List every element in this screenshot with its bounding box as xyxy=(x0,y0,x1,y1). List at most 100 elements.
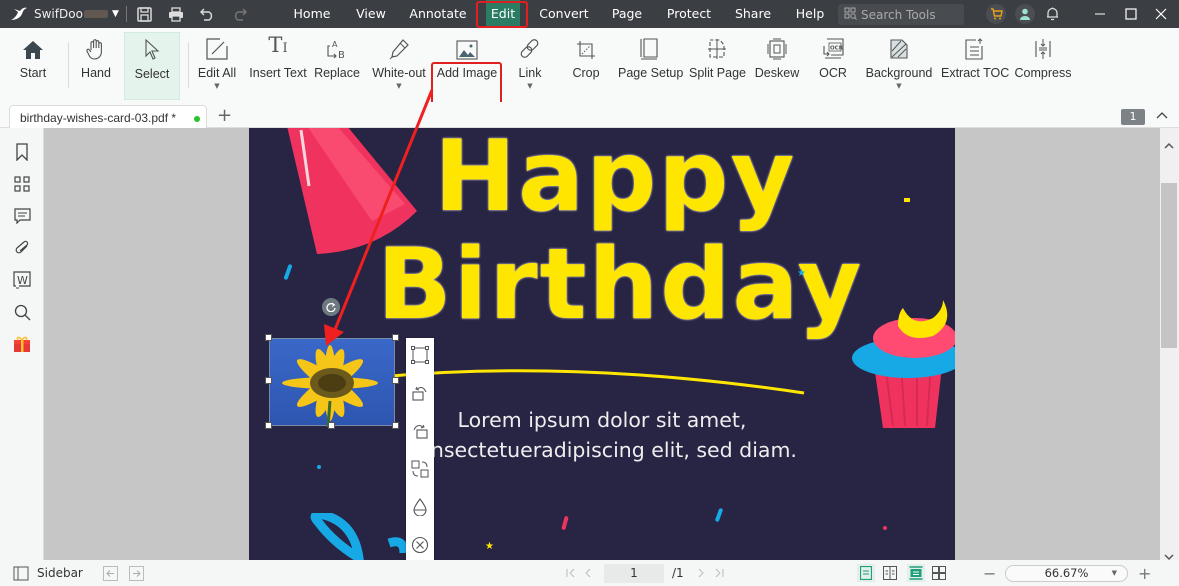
minimize-button[interactable] xyxy=(1094,0,1106,28)
hand-button[interactable]: Hand xyxy=(76,32,116,98)
menu-share[interactable]: Share xyxy=(734,0,772,28)
sidebar-toggle-icon[interactable] xyxy=(13,560,29,586)
edit-all-button[interactable]: Edit All ▼ xyxy=(194,32,240,98)
account-icon[interactable] xyxy=(1015,0,1035,28)
resize-handle-right[interactable] xyxy=(392,377,399,384)
menu-help[interactable]: Help xyxy=(794,0,826,28)
deskew-button[interactable]: Deskew xyxy=(754,32,800,98)
vertical-scrollbar[interactable] xyxy=(1160,128,1179,561)
cart-icon[interactable] xyxy=(986,0,1006,28)
zoom-out-button[interactable]: − xyxy=(983,560,996,586)
zoom-level-select[interactable]: 66.67% ▼ xyxy=(1005,565,1128,582)
single-page-view-icon[interactable] xyxy=(857,560,875,586)
first-page-icon[interactable] xyxy=(566,560,576,586)
forward-button[interactable] xyxy=(129,560,144,586)
left-sidebar: W xyxy=(0,128,44,560)
menu-protect[interactable]: Protect xyxy=(665,0,713,28)
zoom-dropdown-icon[interactable]: ▼ xyxy=(1112,566,1117,581)
redo-icon[interactable] xyxy=(232,0,247,28)
extract-toc-button[interactable]: Extract TOC xyxy=(941,32,1009,98)
opacity-icon[interactable] xyxy=(410,497,430,517)
select-button[interactable]: Select xyxy=(124,32,180,100)
confetti xyxy=(883,526,887,530)
crop-image-icon[interactable] xyxy=(410,345,430,365)
print-icon[interactable] xyxy=(168,0,184,28)
background-button[interactable]: Background ▼ xyxy=(865,32,933,98)
notification-bell-icon[interactable] xyxy=(1046,0,1059,28)
collapse-ribbon-icon[interactable] xyxy=(1156,108,1168,122)
edit-highlight-box xyxy=(476,1,528,28)
svg-text:W: W xyxy=(17,274,28,287)
scrollbar-thumb[interactable] xyxy=(1161,183,1177,348)
split-page-button[interactable]: Split Page xyxy=(689,32,746,98)
inserted-sunflower-image[interactable] xyxy=(269,338,395,428)
document-tab[interactable]: birthday-wishes-card-03.pdf * xyxy=(9,105,207,129)
undo-icon[interactable] xyxy=(200,0,215,28)
link-button[interactable]: Link ▼ xyxy=(510,32,550,98)
ocr-button[interactable]: OCR OCR xyxy=(812,32,854,98)
new-tab-button[interactable]: + xyxy=(217,105,232,126)
annotation-arrow xyxy=(324,89,434,346)
replace-icon: AB xyxy=(314,32,360,62)
start-button[interactable]: Start xyxy=(12,32,54,98)
replace-image-icon[interactable] xyxy=(410,459,430,479)
close-button[interactable] xyxy=(1155,0,1167,28)
scroll-up-icon[interactable] xyxy=(1164,134,1174,153)
two-page-continuous-view-icon[interactable] xyxy=(932,560,946,586)
app-name[interactable]: SwifDoo xyxy=(34,0,108,28)
attachment-icon[interactable] xyxy=(12,238,32,258)
star-confetti: ★ xyxy=(485,541,494,552)
hand-icon xyxy=(76,32,116,62)
extract-toc-icon xyxy=(941,32,1007,62)
rotate-left-icon[interactable] xyxy=(410,383,430,403)
gift-icon[interactable] xyxy=(12,334,32,354)
resize-handle-bottom[interactable] xyxy=(328,422,335,429)
insert-text-icon: TI xyxy=(268,33,288,57)
background-dropdown-icon[interactable]: ▼ xyxy=(865,82,933,90)
word-icon[interactable]: W xyxy=(12,270,32,290)
deskew-icon xyxy=(754,32,800,62)
menu-annotate[interactable]: Annotate xyxy=(408,0,468,28)
heading-happy: Happy xyxy=(434,128,797,234)
sidebar-toggle-label[interactable]: Sidebar xyxy=(37,560,83,586)
resize-handle-bottom-left[interactable] xyxy=(265,422,272,429)
save-icon[interactable] xyxy=(137,0,152,28)
zoom-in-button[interactable]: + xyxy=(1138,560,1151,586)
last-page-icon[interactable] xyxy=(714,560,724,586)
compress-button[interactable]: Compress xyxy=(1014,32,1072,98)
white-out-icon xyxy=(369,32,429,62)
search-icon[interactable] xyxy=(12,302,32,322)
resize-handle-top-left[interactable] xyxy=(265,334,272,341)
back-button[interactable] xyxy=(103,560,118,586)
menu-home[interactable]: Home xyxy=(289,0,335,28)
edit-all-dropdown-icon[interactable]: ▼ xyxy=(194,82,240,90)
resize-handle-bottom-right[interactable] xyxy=(392,422,399,429)
crop-button[interactable]: Crop xyxy=(566,32,606,98)
rotate-right-icon[interactable] xyxy=(410,421,430,441)
comments-icon[interactable] xyxy=(12,206,32,226)
document-canvas[interactable]: Happy Birthday Lorem ipsum dolor sit ame… xyxy=(44,128,1160,560)
app-menu-dropdown-icon[interactable]: ▼ xyxy=(112,0,119,28)
crop-icon xyxy=(566,32,606,62)
image-context-toolbar xyxy=(406,338,434,562)
search-tools-input[interactable]: Search Tools xyxy=(838,4,964,25)
page-setup-button[interactable]: Page Setup xyxy=(618,32,683,98)
continuous-view-icon[interactable] xyxy=(907,560,925,586)
menu-view[interactable]: View xyxy=(351,0,391,28)
prev-page-icon[interactable] xyxy=(584,560,592,586)
thumbnails-icon[interactable] xyxy=(12,174,32,194)
page-number-input[interactable]: 1 xyxy=(604,564,664,583)
edit-all-icon xyxy=(194,32,240,62)
insert-text-button[interactable]: TI Insert Text xyxy=(249,32,307,98)
svg-text:B: B xyxy=(338,50,345,60)
menu-page[interactable]: Page xyxy=(609,0,645,28)
next-page-icon[interactable] xyxy=(697,560,705,586)
two-page-view-icon[interactable] xyxy=(883,560,897,586)
sunflower-picture xyxy=(282,345,378,428)
delete-image-icon[interactable] xyxy=(410,535,430,555)
bookmark-icon[interactable] xyxy=(12,142,32,162)
resize-handle-left[interactable] xyxy=(265,377,272,384)
link-dropdown-icon[interactable]: ▼ xyxy=(510,82,550,90)
maximize-button[interactable] xyxy=(1125,0,1137,28)
menu-convert[interactable]: Convert xyxy=(537,0,591,28)
